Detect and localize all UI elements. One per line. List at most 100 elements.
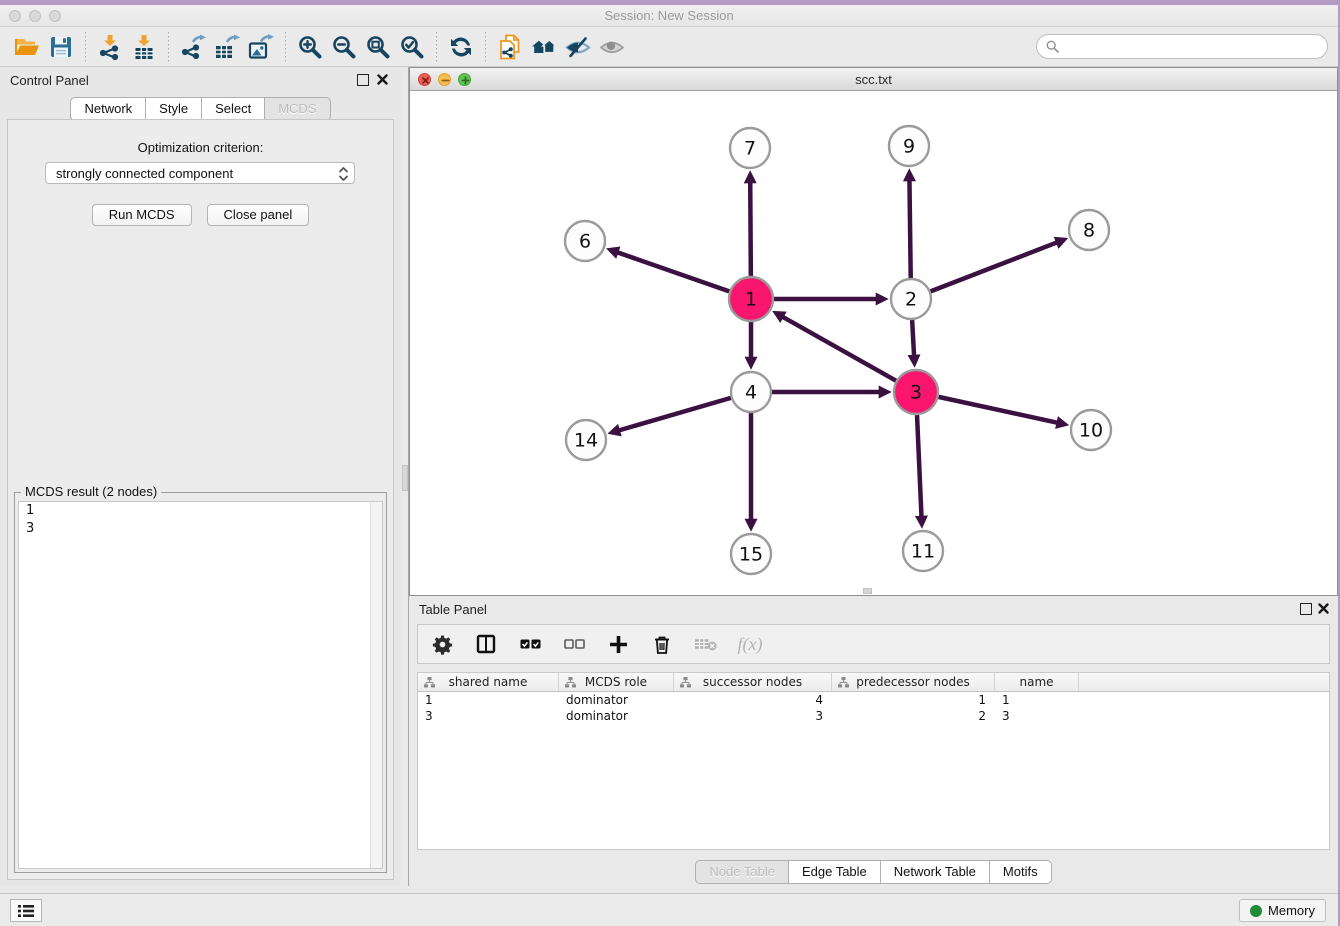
graph-node-15[interactable]: 15 (731, 534, 771, 574)
export-table-icon (214, 34, 240, 60)
column-header-predecessor-nodes[interactable]: predecessor nodes (832, 673, 995, 691)
table-cell[interactable]: 1 (832, 692, 995, 708)
mcds-tab-content: Optimization criterion: strongly connect… (7, 119, 394, 880)
vertical-splitter[interactable] (401, 67, 409, 886)
table-cell[interactable]: 3 (418, 708, 559, 724)
memory-button[interactable]: Memory (1239, 899, 1326, 922)
graph-node-6[interactable]: 6 (565, 221, 605, 261)
graph-node-14[interactable]: 14 (566, 420, 606, 460)
optimization-criterion-label: Optimization criterion: (8, 140, 393, 155)
table-cell[interactable]: 2 (832, 708, 995, 724)
tab-select[interactable]: Select (202, 97, 265, 121)
tab-motifs[interactable]: Motifs (990, 860, 1052, 884)
graph-edge-3-11[interactable] (917, 415, 921, 517)
close-panel-icon[interactable] (376, 73, 389, 86)
column-header-label: name (1019, 675, 1053, 689)
graph-edge-2-9[interactable] (909, 180, 910, 278)
graph-edge-1-7[interactable] (750, 182, 751, 276)
search-box[interactable] (1036, 34, 1328, 59)
table-cell[interactable]: dominator (559, 708, 674, 724)
tab-edge-table[interactable]: Edge Table (789, 860, 881, 884)
result-scrollbar[interactable] (370, 502, 382, 868)
import-table-button[interactable] (127, 32, 161, 62)
graph-edge-2-8[interactable] (931, 242, 1058, 291)
graph-node-9[interactable]: 9 (889, 126, 929, 166)
add-row-button[interactable] (606, 632, 630, 656)
graph-node-10[interactable]: 10 (1071, 410, 1111, 450)
first-neighbors-button[interactable] (527, 32, 561, 62)
export-image-button[interactable] (244, 32, 278, 62)
zoom-fit-button[interactable] (361, 32, 395, 62)
run-mcds-button[interactable]: Run MCDS (92, 204, 192, 226)
svg-text:3: 3 (910, 382, 922, 404)
graph-node-3[interactable]: 3 (894, 370, 938, 414)
optimization-criterion-select[interactable]: strongly connected component (45, 162, 355, 184)
search-input[interactable] (1064, 39, 1327, 54)
float-panel-icon[interactable] (357, 74, 369, 86)
tab-style[interactable]: Style (146, 97, 202, 121)
graph-edge-2-3[interactable] (912, 320, 914, 356)
table-settings-button[interactable] (430, 632, 454, 656)
graph-edge-3-10[interactable] (938, 397, 1057, 423)
close-table-panel-icon[interactable] (1317, 602, 1330, 615)
zoom-selected-button[interactable] (395, 32, 429, 62)
delete-table-icon (694, 636, 718, 652)
toggle-column-button[interactable] (474, 632, 498, 656)
graph-node-11[interactable]: 11 (903, 531, 943, 571)
network-window-titlebar: scc.txt (410, 68, 1337, 91)
column-header-name[interactable]: name (995, 673, 1079, 691)
tab-node-table[interactable]: Node Table (695, 860, 789, 884)
table-row[interactable]: 3dominator323 (418, 708, 1329, 724)
control-panel-header: Control Panel (0, 67, 401, 93)
column-header-label: predecessor nodes (856, 675, 969, 689)
table-row[interactable]: 1dominator411 (418, 692, 1329, 708)
table-cell[interactable]: 1 (418, 692, 559, 708)
column-header-shared-name[interactable]: shared name (418, 673, 559, 691)
show-all-button[interactable] (595, 32, 629, 62)
tab-mcds[interactable]: MCDS (265, 97, 330, 121)
hide-selected-button[interactable] (561, 32, 595, 62)
deselect-all-button[interactable] (562, 632, 586, 656)
save-session-button[interactable] (44, 32, 78, 62)
network-from-file-icon (497, 34, 523, 60)
graph-node-2[interactable]: 2 (891, 279, 931, 319)
mcds-buttons-row: Run MCDS Close panel (8, 204, 393, 226)
zoom-in-button[interactable] (293, 32, 327, 62)
svg-text:14: 14 (574, 430, 598, 452)
toolbar-separator (168, 32, 169, 62)
export-network-button[interactable] (176, 32, 210, 62)
tab-network[interactable]: Network (70, 97, 146, 121)
import-network-button[interactable] (93, 32, 127, 62)
column-header-successor-nodes[interactable]: successor nodes (674, 673, 832, 691)
svg-text:8: 8 (1083, 220, 1095, 242)
table-cell[interactable]: 4 (674, 692, 832, 708)
open-session-button[interactable] (10, 32, 44, 62)
export-table-button[interactable] (210, 32, 244, 62)
tab-network-table[interactable]: Network Table (881, 860, 990, 884)
table-cell[interactable]: dominator (559, 692, 674, 708)
graph-node-4[interactable]: 4 (731, 372, 771, 412)
network-from-file-button[interactable] (493, 32, 527, 62)
select-all-button[interactable] (518, 632, 542, 656)
graph-node-1[interactable]: 1 (729, 277, 773, 321)
column-header-MCDS-role[interactable]: MCDS role (559, 673, 674, 691)
graph-edge-4-14[interactable] (619, 398, 731, 431)
table-body: 1dominator4113dominator323 (418, 692, 1329, 724)
graph-node-8[interactable]: 8 (1069, 210, 1109, 250)
task-history-button[interactable] (10, 899, 42, 922)
table-cell[interactable]: 3 (995, 708, 1079, 724)
graph-node-7[interactable]: 7 (730, 128, 770, 168)
splitter-grip[interactable] (402, 465, 408, 491)
refresh-view-button[interactable] (444, 32, 478, 62)
float-table-panel-icon[interactable] (1300, 603, 1312, 615)
graph-edge-1-6[interactable] (617, 252, 729, 291)
zoom-out-button[interactable] (327, 32, 361, 62)
graph-edge-3-1[interactable] (782, 317, 896, 381)
svg-text:4: 4 (745, 382, 757, 404)
delete-row-button[interactable] (650, 632, 674, 656)
table-cell[interactable]: 1 (995, 692, 1079, 708)
network-canvas[interactable]: 7 9 6 8 1 2 4 3 14 10 15 11 (410, 91, 1337, 595)
close-panel-button[interactable]: Close panel (207, 204, 310, 226)
canvas-splitter-grip[interactable] (863, 588, 872, 594)
table-cell[interactable]: 3 (674, 708, 832, 724)
